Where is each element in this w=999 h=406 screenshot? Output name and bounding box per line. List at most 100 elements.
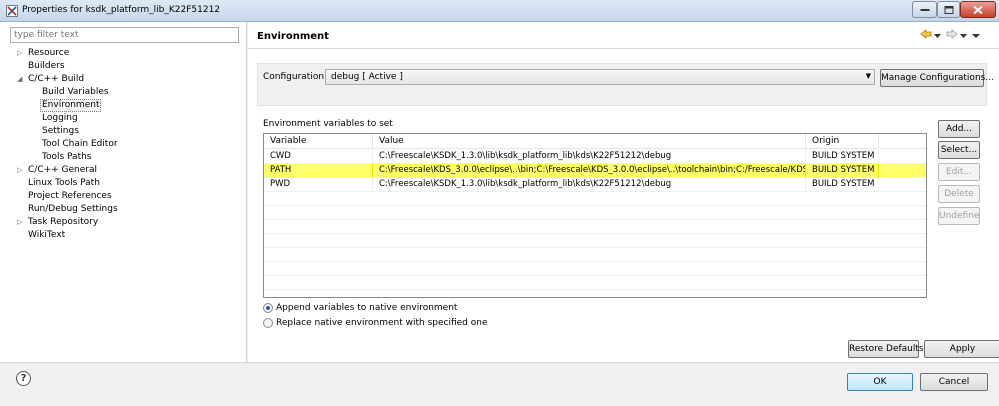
tree-item-settings[interactable]: Settings — [42, 125, 79, 138]
tree-item-label: Build Variables — [42, 87, 109, 97]
back-arrow-icon[interactable] — [920, 29, 932, 42]
tree-item-label: C/C++ Build — [28, 74, 85, 84]
page-navigation — [920, 29, 990, 43]
radio-unselected-icon — [263, 318, 273, 328]
tree-item-environment[interactable]: Environment — [40, 99, 102, 112]
title-separator — [248, 48, 999, 49]
maximize-icon — [944, 5, 953, 14]
bottom-separator — [0, 362, 999, 363]
forward-menu-icon[interactable] — [960, 31, 967, 42]
cell-origin: BUILD SYSTEM — [806, 150, 879, 164]
radio-selected-icon — [263, 303, 273, 313]
close-icon — [973, 5, 983, 14]
page-title: Environment — [257, 31, 329, 42]
tree-item-project-references[interactable]: Project References — [28, 190, 112, 203]
table-row-empty — [264, 192, 926, 206]
undefine-button[interactable]: Undefine — [938, 207, 980, 225]
tree-item-label: WikiText — [28, 230, 66, 240]
tree-item-task-repository[interactable]: ▷ Task Repository — [17, 216, 99, 229]
minimize-icon — [920, 8, 929, 11]
window-title: Properties for ksdk_platform_lib_K22F512… — [22, 5, 221, 15]
env-variables-table[interactable]: Variable Value Origin CWD C:\Freescale\K… — [263, 133, 927, 298]
table-row-empty — [264, 220, 926, 234]
title-bar: Properties for ksdk_platform_lib_K22F512… — [0, 0, 999, 22]
cell-origin: BUILD SYSTEM — [806, 178, 879, 192]
configuration-group: Configuration: debug [ Active ] ▼ Manage… — [257, 63, 994, 106]
tree-item-cpp-general[interactable]: ▷ C/C++ General — [17, 164, 98, 177]
table-row-empty — [264, 276, 926, 290]
tree-item-label: Environment — [42, 100, 100, 110]
tree-item-wikitext[interactable]: WikiText — [28, 229, 65, 242]
replace-label: Replace native environment with specifie… — [276, 318, 488, 328]
property-page: Environment Configuration: debug [ Activ… — [248, 22, 999, 362]
cell-variable: PATH — [264, 164, 373, 178]
tree-item-label: C/C++ General — [28, 165, 98, 175]
table-row-empty — [264, 206, 926, 220]
tree-item-label: Settings — [42, 126, 79, 136]
collapse-arrow-icon[interactable]: ◢ — [17, 73, 25, 86]
table-row-empty — [264, 248, 926, 262]
tree-item-logging[interactable]: Logging — [42, 112, 78, 125]
tree-item-builders[interactable]: Builders — [28, 60, 65, 73]
append-label: Append variables to native environment — [276, 303, 458, 313]
chevron-down-icon: ▼ — [865, 72, 871, 80]
table-row[interactable]: PATH C:\Freescale\KDS_3.0.0\eclipse\..\b… — [264, 164, 926, 178]
tree-item-label: Tools Paths — [42, 152, 92, 162]
cell-origin: BUILD SYSTEM — [806, 164, 879, 178]
tree-item-tools-paths[interactable]: Tools Paths — [42, 151, 92, 164]
tree-item-label: Task Repository — [28, 217, 99, 227]
maximize-button[interactable] — [937, 1, 960, 18]
cell-variable: CWD — [264, 150, 373, 164]
help-icon[interactable]: ? — [16, 371, 31, 386]
tree-item-label: Logging — [42, 113, 78, 123]
tree-item-resource[interactable]: ▷ Resource — [17, 47, 70, 60]
expand-arrow-icon[interactable]: ▷ — [17, 47, 25, 60]
table-row[interactable]: CWD C:\Freescale\KSDK_1.3.0\lib\ksdk_pla… — [264, 150, 926, 164]
edit-button[interactable]: Edit... — [938, 163, 980, 181]
expand-arrow-icon[interactable]: ▷ — [17, 216, 25, 229]
tree-item-tool-chain-editor[interactable]: Tool Chain Editor — [42, 138, 118, 151]
tree-item-linux-tools-path[interactable]: Linux Tools Path — [28, 177, 100, 190]
cell-value: C:\Freescale\KSDK_1.3.0\lib\ksdk_platfor… — [373, 178, 806, 192]
cancel-button[interactable]: Cancel — [920, 373, 988, 391]
category-pane: ▷ Resource Builders ◢ C/C++ Build Build … — [0, 22, 247, 362]
tree-item-label: Tool Chain Editor — [42, 139, 118, 149]
restore-defaults-button[interactable]: Restore Defaults — [848, 340, 924, 358]
table-row-empty — [264, 262, 926, 276]
env-table-label: Environment variables to set — [263, 119, 393, 129]
expand-arrow-icon[interactable]: ▷ — [17, 164, 25, 177]
cell-value: C:\Freescale\KDS_3.0.0\eclipse\..\bin;C:… — [373, 164, 806, 178]
tree-item-run-debug-settings[interactable]: Run/Debug Settings — [28, 203, 118, 216]
tree-item-label: Run/Debug Settings — [28, 204, 118, 214]
column-header-variable[interactable]: Variable — [264, 134, 373, 149]
configuration-value: debug [ Active ] — [331, 72, 403, 82]
table-row-empty — [264, 234, 926, 248]
delete-button[interactable]: Delete — [938, 185, 980, 203]
forward-arrow-icon[interactable] — [946, 29, 958, 42]
configuration-select[interactable]: debug [ Active ] ▼ — [325, 69, 875, 85]
tree-item-cpp-build[interactable]: ◢ C/C++ Build — [17, 73, 85, 86]
tree-item-label: Resource — [28, 48, 70, 58]
manage-configurations-button[interactable]: Manage Configurations... — [880, 69, 994, 87]
table-row[interactable]: PWD C:\Freescale\KSDK_1.3.0\lib\ksdk_pla… — [264, 178, 926, 192]
add-button[interactable]: Add... — [938, 120, 980, 138]
cell-variable: PWD — [264, 178, 373, 192]
select-button[interactable]: Select... — [938, 141, 980, 159]
back-menu-icon[interactable] — [934, 31, 941, 42]
tree-item-label: Builders — [28, 61, 65, 71]
minimize-button[interactable] — [912, 1, 937, 18]
view-menu-icon[interactable] — [972, 31, 980, 42]
close-button[interactable] — [960, 1, 996, 18]
cell-value: C:\Freescale\KSDK_1.3.0\lib\ksdk_platfor… — [373, 150, 806, 164]
filter-input[interactable] — [10, 27, 239, 43]
table-header: Variable Value Origin — [264, 134, 926, 149]
column-header-value[interactable]: Value — [373, 134, 806, 149]
properties-icon — [6, 5, 18, 17]
tree-item-build-variables[interactable]: Build Variables — [42, 86, 109, 99]
configuration-label: Configuration: — [263, 72, 328, 82]
ok-button[interactable]: OK — [847, 373, 913, 391]
tree-item-label: Linux Tools Path — [28, 178, 100, 188]
column-header-origin[interactable]: Origin — [806, 134, 879, 149]
tree-item-label: Project References — [28, 191, 112, 201]
apply-button[interactable]: Apply — [924, 340, 999, 358]
